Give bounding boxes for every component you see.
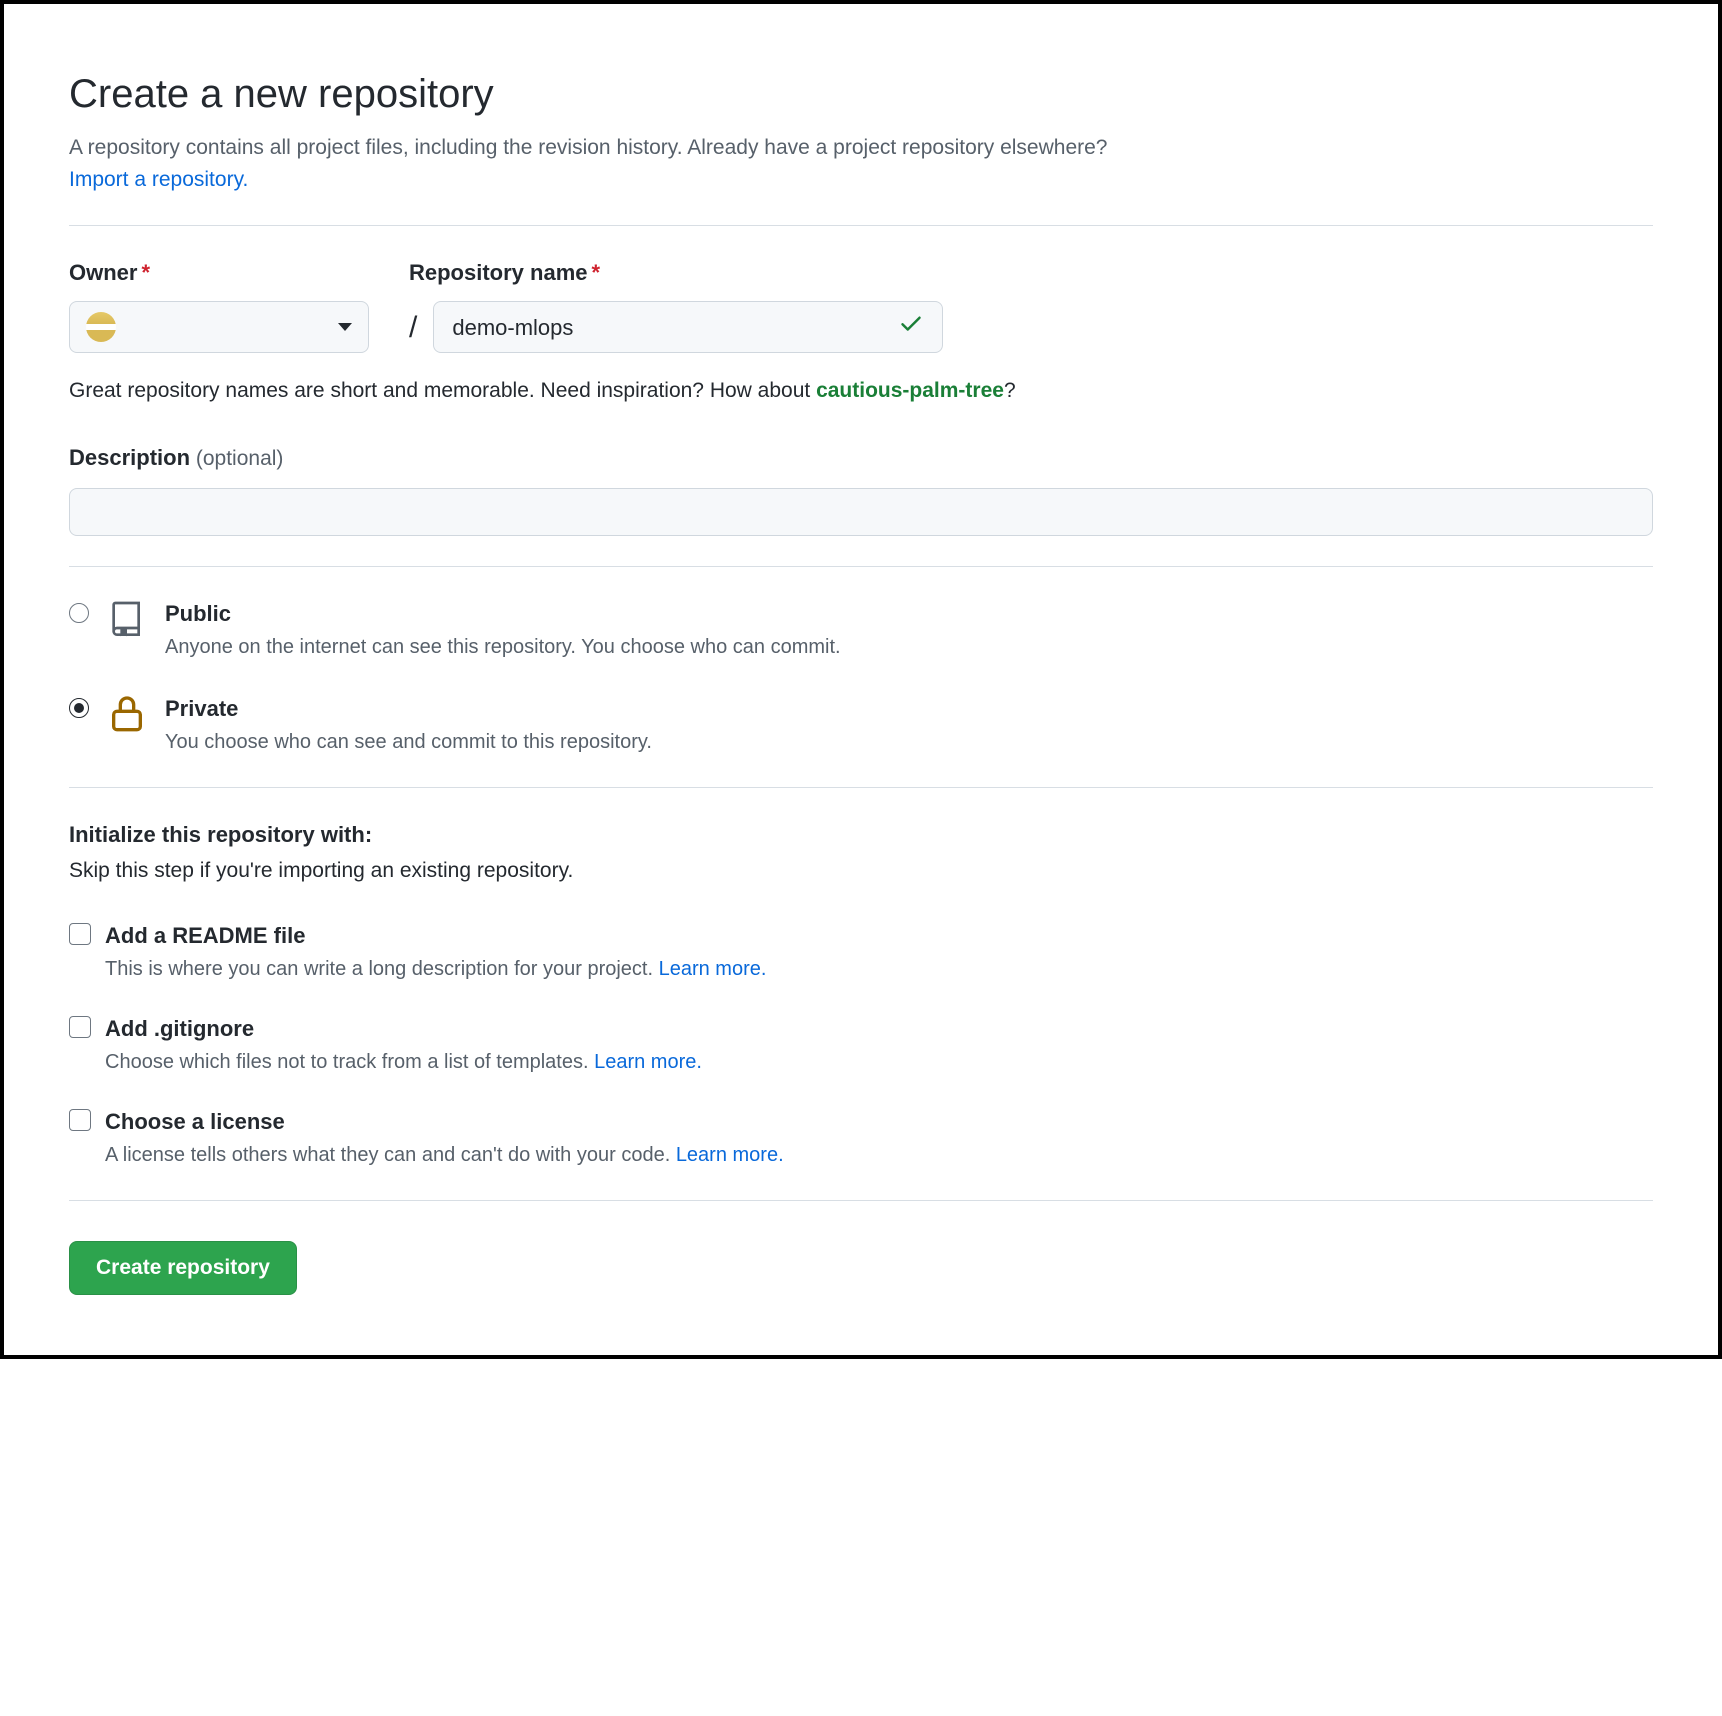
readme-learn-more-link[interactable]: Learn more. [659,958,767,980]
initialize-subtext: Skip this step if you're importing an ex… [69,855,1653,887]
public-title: Public [165,597,841,630]
import-repository-link[interactable]: Import a repository. [69,168,248,191]
owner-label: Owner* [69,256,369,289]
slash-separator: / [409,305,417,350]
create-repository-button[interactable]: Create repository [69,1241,297,1295]
public-radio[interactable] [69,603,89,623]
chevron-down-icon [338,323,352,331]
owner-select[interactable] [69,301,369,353]
divider [69,1200,1653,1201]
description-label: Description (optional) [69,441,1653,475]
initialize-heading: Initialize this repository with: [69,818,1653,851]
license-title: Choose a license [105,1105,784,1138]
divider [69,787,1653,788]
page-title: Create a new repository [69,64,1653,124]
repo-name-hint: Great repository names are short and mem… [69,375,1653,407]
page-subtitle: A repository contains all project files,… [69,132,1653,164]
private-desc: You choose who can see and commit to thi… [165,727,652,757]
repository-name-input[interactable]: demo-mlops [433,301,943,353]
license-desc: A license tells others what they can and… [105,1140,784,1170]
suggestion-link[interactable]: cautious-palm-tree [816,379,1004,402]
gitignore-desc: Choose which files not to track from a l… [105,1047,702,1077]
license-checkbox[interactable] [69,1109,91,1131]
private-radio[interactable] [69,698,89,718]
readme-title: Add a README file [105,919,766,952]
repository-name-label: Repository name* [409,256,943,289]
divider [69,566,1653,567]
repo-icon [107,597,147,639]
divider [69,225,1653,226]
gitignore-title: Add .gitignore [105,1012,702,1045]
gitignore-checkbox[interactable] [69,1016,91,1038]
lock-icon [107,692,147,734]
gitignore-learn-more-link[interactable]: Learn more. [594,1051,702,1073]
description-input[interactable] [69,488,1653,536]
public-desc: Anyone on the internet can see this repo… [165,632,841,662]
check-icon [898,310,924,345]
readme-desc: This is where you can write a long descr… [105,954,766,984]
private-title: Private [165,692,652,725]
avatar-icon [86,312,116,342]
license-learn-more-link[interactable]: Learn more. [676,1144,784,1166]
readme-checkbox[interactable] [69,923,91,945]
